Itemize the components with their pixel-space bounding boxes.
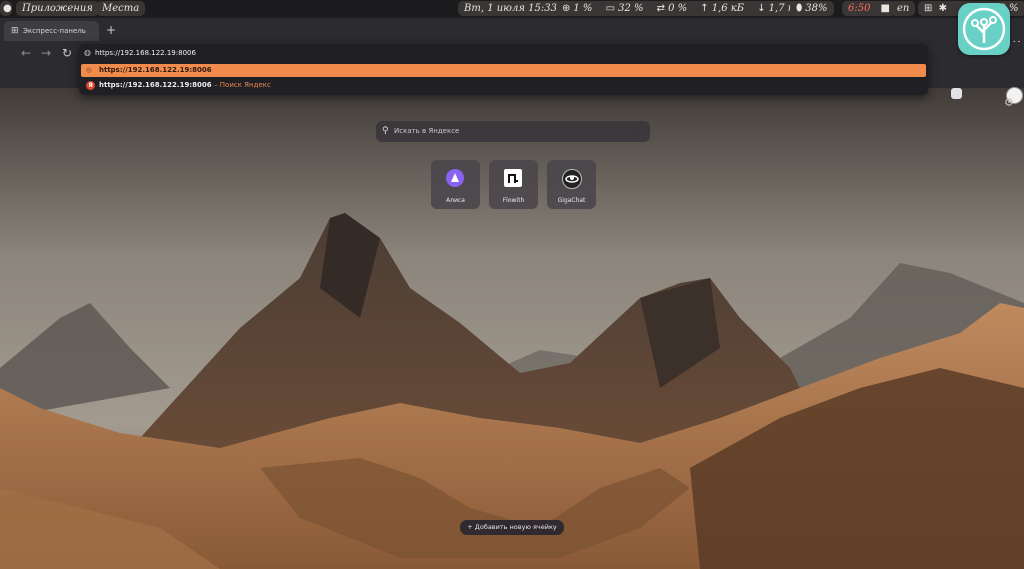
stop-icon: ■ [880, 3, 890, 14]
network-icon: ⊞ [924, 3, 933, 14]
timer-button[interactable]: 6:50 ■ [842, 1, 896, 16]
globe-icon: ◍ [86, 66, 93, 74]
settings-gear-icon[interactable]: ⚙ [1004, 96, 1014, 109]
suggestion-item[interactable]: Я https://192.168.122.19:8006 – Поиск Ян… [81, 79, 926, 92]
search-placeholder: Искать в Яндексе [394, 127, 460, 135]
applications-menu-button[interactable]: Приложения [16, 1, 99, 16]
tile-label: Flowith [502, 197, 525, 204]
system-top-bar: ● Приложения Места Вт, 1 июля 15:33 ⊕ 1 %… [0, 0, 1024, 18]
address-input[interactable] [95, 46, 795, 60]
tile-alisa[interactable]: Алиса [431, 160, 480, 209]
add-new-cell-button[interactable]: + Добавить новую ячейку [460, 520, 564, 535]
cpu-icon: ⊕ [562, 3, 571, 14]
suggestion-hint: – Поиск Яндекс [214, 81, 271, 89]
globe-icon: ◍ [84, 48, 91, 57]
tile-gigachat[interactable]: GigaChat [547, 160, 596, 209]
clock-button[interactable]: Вт, 1 июля 15:33 [458, 1, 563, 16]
add-cell-label: Добавить новую ячейку [474, 523, 557, 531]
search-icon: ⚲ [382, 126, 389, 136]
app-launcher-badge[interactable] [958, 3, 1010, 55]
back-arrow-icon[interactable]: ← [21, 46, 31, 60]
keyboard-layout-button[interactable]: en [891, 1, 916, 16]
workspace-dot-icon: ● [3, 3, 12, 14]
system-monitor-button[interactable]: ⊕ 1 % ▭ 32 % ⇄ 0 % ↑ 1,6 кБ ↓ 1,7 кБ [556, 1, 808, 16]
yandex-logo-icon: Я [86, 81, 95, 90]
net-up-value: 1,6 кБ [711, 3, 745, 14]
bluetooth-icon: ✱ [938, 3, 947, 14]
suggestion-item[interactable]: ◍ https://192.168.122.19:8006 [81, 64, 926, 77]
tab-title: Экспресс-панель [23, 27, 86, 35]
reload-icon[interactable]: ↻ [62, 46, 72, 60]
mouse-battery-button[interactable]: ⬮ 38% [790, 1, 834, 16]
mouse-battery-value: 38% [805, 3, 828, 14]
plus-icon: + [467, 523, 473, 531]
address-bar-dropdown: ◍ ◍ https://192.168.122.19:8006 Я https:… [79, 44, 928, 95]
flowith-logo-icon [504, 169, 522, 187]
tab-strip: ⊞ Экспресс-панель + ☁ ✕ [0, 18, 1024, 54]
tile-flowith[interactable]: Flowith [489, 160, 538, 209]
alisa-logo-icon [446, 169, 464, 187]
suggestion-text: https://192.168.122.19:8006 [99, 66, 212, 74]
workspace-indicator[interactable]: ● [0, 1, 12, 16]
tile-label: GigaChat [557, 197, 586, 204]
places-menu-label: Места [102, 3, 140, 14]
cpu-value: 1 % [573, 3, 593, 14]
mouse-icon: ⬮ [796, 3, 803, 14]
tree-icon [962, 7, 1006, 51]
gigachat-logo-icon [562, 169, 582, 189]
tile-label: Алиса [446, 197, 465, 204]
tab-express-panel[interactable]: ⊞ Экспресс-панель [4, 21, 99, 41]
swap-icon: ⇄ [656, 3, 666, 14]
new-tab-button[interactable]: + [106, 21, 116, 39]
places-menu-button[interactable]: Места [96, 1, 146, 16]
suggestion-text: https://192.168.122.19:8006 [99, 81, 212, 89]
forward-arrow-icon[interactable]: → [41, 46, 51, 60]
apps-grid-icon: ⊞ [11, 26, 19, 36]
timer-value: 6:50 [848, 3, 871, 14]
upload-icon: ↑ [700, 3, 709, 14]
memory-value: 32 % [618, 3, 644, 14]
yandex-search-box[interactable]: ⚲ Искать в Яндексе [376, 121, 650, 142]
clock-datetime: Вт, 1 июля 15:33 [464, 3, 557, 14]
memory-icon: ▭ [605, 3, 616, 14]
swap-value: 0 % [668, 3, 688, 14]
extension-icon[interactable] [951, 88, 962, 99]
applications-menu-label: Приложения [22, 3, 93, 14]
keyboard-layout-value: en [897, 3, 910, 14]
download-icon: ↓ [757, 3, 766, 14]
